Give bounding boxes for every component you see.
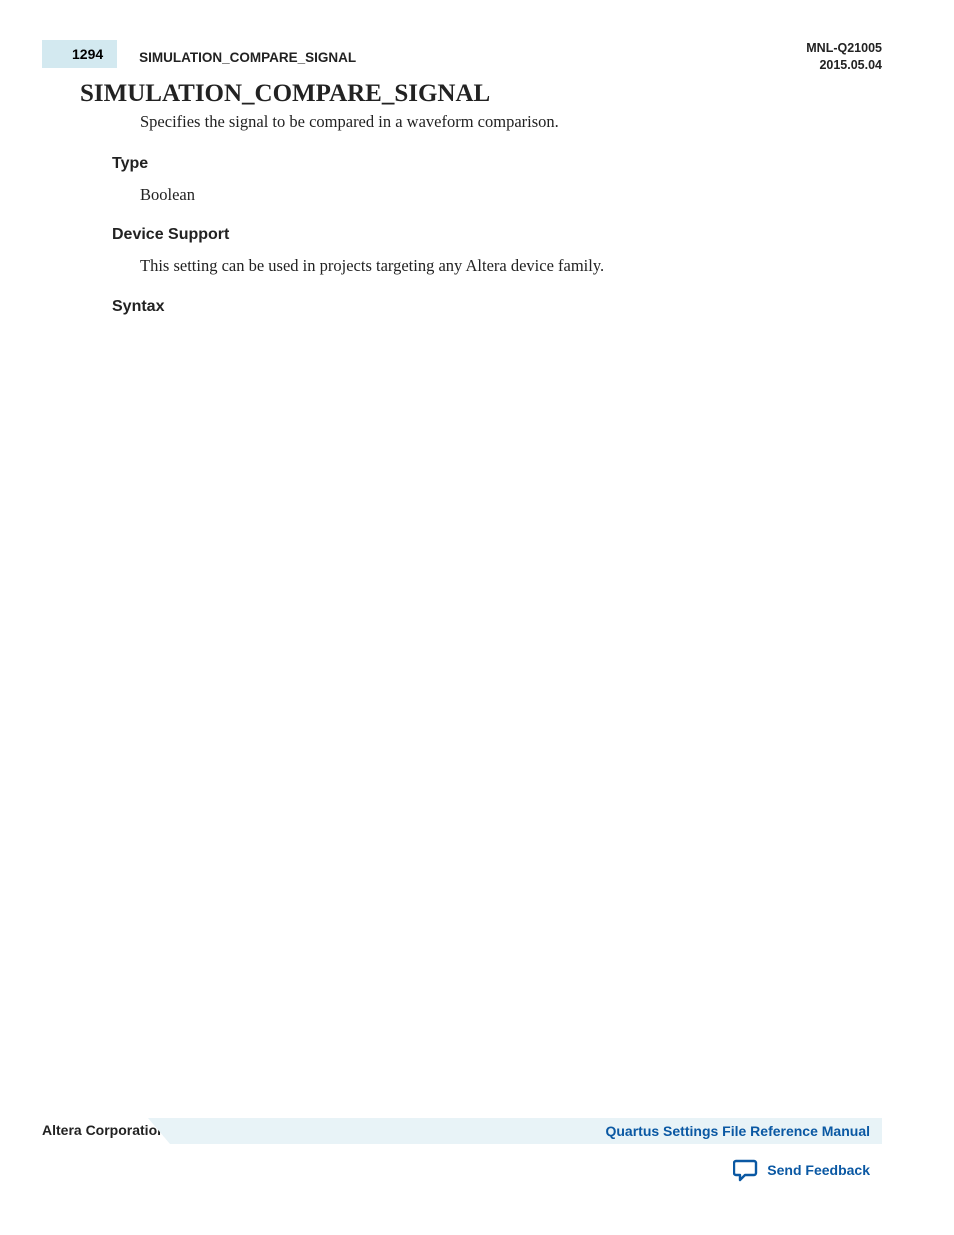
page-header: 1294 SIMULATION_COMPARE_SIGNAL MNL-Q2100… — [42, 40, 882, 76]
doc-date: 2015.05.04 — [806, 57, 882, 74]
description-text: Specifies the signal to be compared in a… — [140, 110, 559, 134]
page-footer: Altera Corporation Quartus Settings File… — [42, 1118, 882, 1144]
header-doc-meta: MNL-Q21005 2015.05.04 — [806, 40, 882, 74]
doc-id: MNL-Q21005 — [806, 40, 882, 57]
footer-bar: Altera Corporation Quartus Settings File… — [42, 1118, 882, 1144]
page-title: SIMULATION_COMPARE_SIGNAL — [80, 80, 490, 108]
header-section-title: SIMULATION_COMPARE_SIGNAL — [139, 44, 356, 65]
send-feedback-link[interactable]: Send Feedback — [733, 1158, 870, 1182]
speech-bubble-icon — [733, 1158, 759, 1182]
device-support-heading: Device Support — [112, 226, 229, 244]
footer-accent-shape: Quartus Settings File Reference Manual — [170, 1118, 882, 1144]
device-support-value: This setting can be used in projects tar… — [140, 254, 604, 278]
syntax-heading: Syntax — [112, 298, 164, 316]
type-value: Boolean — [140, 183, 195, 207]
page-number-badge: 1294 — [42, 40, 117, 68]
send-feedback-label: Send Feedback — [767, 1162, 870, 1178]
manual-link[interactable]: Quartus Settings File Reference Manual — [605, 1123, 870, 1139]
type-heading: Type — [112, 155, 148, 173]
